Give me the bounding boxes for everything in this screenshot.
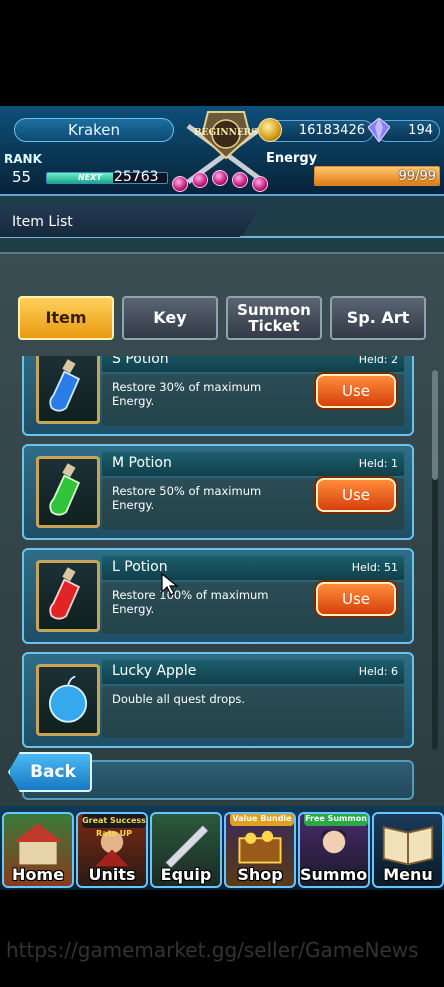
green-potion-icon <box>36 456 100 528</box>
use-button[interactable]: Use <box>316 374 396 408</box>
blue-apple-icon <box>36 664 100 736</box>
list-item[interactable]: M Potion Held: 1 Restore 50% of maximum … <box>22 444 414 540</box>
nav-label: Summon <box>300 865 368 884</box>
item-description: Restore 100% of maximum Energy. <box>112 588 269 616</box>
nav-units[interactable]: Great Success Rate UP Units <box>76 812 148 888</box>
item-list[interactable]: S Potion Held: 2 Restore 30% of maximum … <box>0 356 444 776</box>
item-held-count: Held: 2 <box>358 356 398 366</box>
nav-label: Shop <box>237 865 283 884</box>
great-success-badge: Great Success Rate UP <box>82 814 146 838</box>
bottom-nav: Home Great Success Rate UP Units Equip V… <box>0 806 444 890</box>
item-description: Double all quest drops. <box>112 692 246 706</box>
book-icon <box>382 825 434 866</box>
tab-key[interactable]: Key <box>122 296 218 340</box>
orb-icon <box>212 170 228 186</box>
page-title: Item List <box>12 214 73 230</box>
coin-icon <box>258 118 282 142</box>
list-item[interactable]: L Potion Held: 51 Restore 100% of maximu… <box>22 548 414 644</box>
nav-label: Menu <box>383 865 433 884</box>
list-item[interactable]: Lucky Apple Held: 6 Double all quest dro… <box>22 652 414 748</box>
orb-icon <box>252 176 268 192</box>
tab-item[interactable]: Item <box>18 296 114 340</box>
nav-home[interactable]: Home <box>2 812 74 888</box>
beginners-label: BEGINNERS <box>194 128 258 138</box>
free-summon-badge: Free Summon <box>304 814 368 826</box>
player-name[interactable]: Kraken <box>14 118 174 142</box>
scroll-thumb[interactable] <box>432 370 438 480</box>
item-body: Double all quest drops. <box>102 686 404 738</box>
item-description: Restore 50% of maximum Energy. <box>112 484 262 512</box>
nav-label: Units <box>88 865 136 884</box>
top-status-bar: Kraken RANK 55 NEXT 25763 BEGINNERS 1618… <box>0 106 444 196</box>
item-held-count: Held: 6 <box>358 665 398 678</box>
pointer-cursor-icon <box>161 572 179 596</box>
orb-icon <box>192 172 208 188</box>
crystal-icon <box>368 118 390 142</box>
nav-equip[interactable]: Equip <box>150 812 222 888</box>
next-exp-value: 25763 <box>114 169 159 185</box>
nav-label: Equip <box>160 865 212 884</box>
next-label: NEXT <box>78 173 102 182</box>
item-header: L Potion Held: 51 <box>102 556 404 580</box>
blue-potion-icon <box>36 356 100 424</box>
nav-menu[interactable]: Menu <box>372 812 444 888</box>
energy-value: 99/99 <box>398 169 436 184</box>
title-divider <box>240 236 444 238</box>
item-description: Restore 30% of maximum Energy. <box>112 380 262 408</box>
house-icon <box>13 823 63 865</box>
tab-sp-art[interactable]: Sp. Art <box>330 296 426 340</box>
watermark-text: https://gamemarket.gg/seller/GameNews <box>6 938 419 962</box>
item-header: Lucky Apple Held: 6 <box>102 660 404 684</box>
orb-icon <box>172 176 188 192</box>
use-button[interactable]: Use <box>316 582 396 616</box>
use-button[interactable]: Use <box>316 478 396 512</box>
orb-icon <box>232 172 248 188</box>
item-header: M Potion Held: 1 <box>102 452 404 476</box>
tab-summon-ticket[interactable]: Summon Ticket <box>226 296 322 340</box>
nav-shop[interactable]: Value Bundle Shop <box>224 812 296 888</box>
sword-icon <box>164 824 210 869</box>
item-held-count: Held: 51 <box>351 561 398 574</box>
item-held-count: Held: 1 <box>358 457 398 470</box>
scrollbar[interactable] <box>432 370 438 750</box>
item-name: S Potion <box>112 356 169 367</box>
nav-label: Home <box>12 865 64 884</box>
red-potion-icon <box>36 560 100 632</box>
list-item[interactable]: S Potion Held: 2 Restore 30% of maximum … <box>22 356 414 436</box>
nav-summon[interactable]: Free Summon Summon <box>298 812 370 888</box>
item-name: M Potion <box>112 455 172 471</box>
item-header: S Potion Held: 2 <box>102 356 404 372</box>
item-name: Lucky Apple <box>112 663 197 679</box>
back-button[interactable]: Back <box>8 752 92 792</box>
rank-value: 55 <box>12 168 32 186</box>
game-screen: Kraken RANK 55 NEXT 25763 BEGINNERS 1618… <box>0 106 444 890</box>
value-bundle-badge: Value Bundle <box>230 814 294 826</box>
rank-label: RANK <box>4 152 42 166</box>
energy-label: Energy <box>266 151 318 166</box>
